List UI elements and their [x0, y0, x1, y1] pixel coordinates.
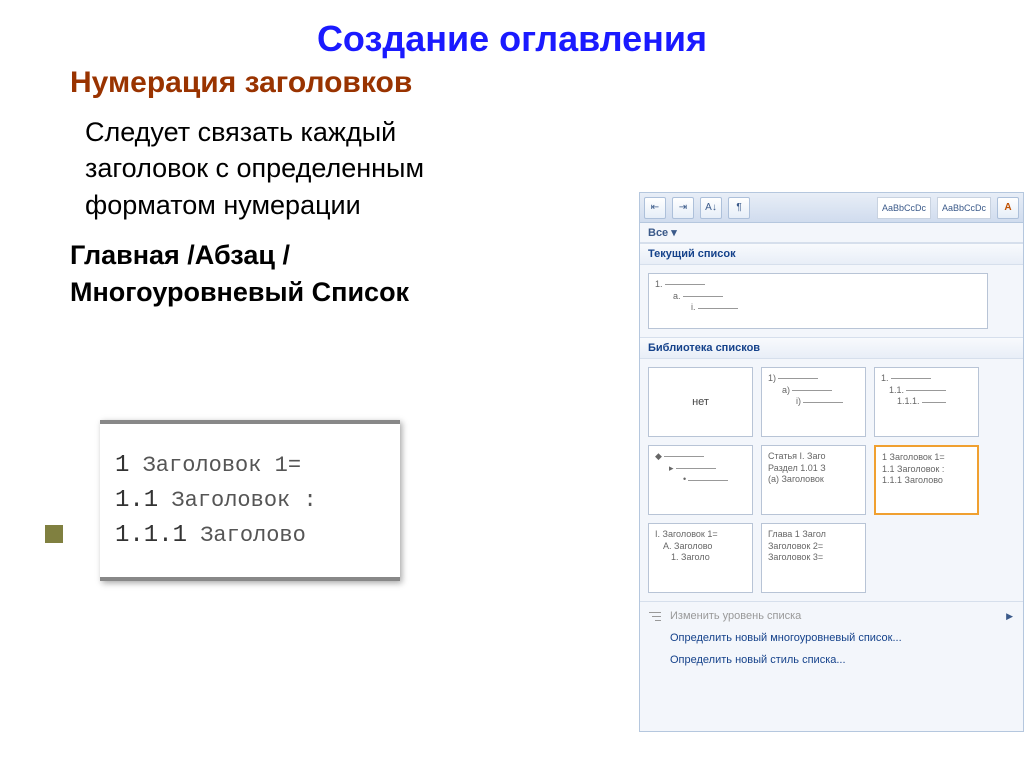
example-num-1: 1	[115, 452, 129, 479]
tile-line: 1.	[881, 373, 889, 383]
tile-line: Статья I. Заго	[768, 451, 859, 463]
tile-line: ▸	[669, 463, 674, 473]
dropdown-menu: Изменить уровень списка ▶ Определить нов…	[640, 601, 1023, 674]
tile-line: Глава 1 Загол	[768, 529, 859, 541]
multilevel-list-dropdown: ⇤ ⇥ A↓ ¶ AaBbCcDc AaBbCcDc A Все ▾ Текущ…	[639, 192, 1024, 732]
increase-indent-icon[interactable]: ⇥	[672, 197, 694, 219]
list-level-icon	[648, 610, 662, 624]
chevron-right-icon: ▶	[1006, 611, 1013, 622]
tile-line: A. Заголово	[655, 541, 746, 553]
define-list-style-menu[interactable]: Определить новый стиль списка...	[640, 649, 1023, 671]
tile-line: i)	[796, 396, 801, 406]
tile-line: •	[683, 474, 686, 484]
tile-line: 1.1 Заголовок :	[882, 464, 971, 476]
tile-line: Раздел 1.01 З	[768, 463, 859, 475]
tile-line: 1.1.1 Заголово	[882, 475, 971, 487]
tile-line: (a) Заголовок	[768, 474, 859, 486]
define-multilevel-menu[interactable]: Определить новый многоуровневый список..…	[640, 627, 1023, 649]
sort-icon[interactable]: A↓	[700, 197, 722, 219]
change-level-label: Изменить уровень списка	[670, 610, 801, 622]
tile-line: Заголовок 2=	[768, 541, 859, 553]
library-tile[interactable]: ◆ ▸ •	[648, 445, 753, 515]
list-library-header: Библиотека списков	[640, 337, 1023, 359]
body-paragraph: Следует связать каждый заголовок с опред…	[85, 114, 505, 223]
change-list-level-menu[interactable]: Изменить уровень списка ▶	[640, 605, 1023, 627]
tile-line: 1)	[768, 373, 776, 383]
example-line-2: 1.1 Заголовок :	[115, 487, 385, 514]
tile-line: I. Заголовок 1=	[655, 529, 746, 541]
example-line-1: 1 Заголовок 1=	[115, 452, 385, 479]
numbering-example: 1 Заголовок 1= 1.1 Заголовок : 1.1.1 Заг…	[100, 420, 400, 581]
library-tile[interactable]: I. Заголовок 1= A. Заголово 1. Заголо	[648, 523, 753, 593]
define-multilevel-label: Определить новый многоуровневый список..…	[670, 632, 902, 644]
tile-line: 1.1.	[889, 385, 904, 395]
all-dropdown[interactable]: Все ▾	[640, 223, 1023, 243]
library-tile[interactable]: Статья I. Заго Раздел 1.01 З (a) Заголов…	[761, 445, 866, 515]
example-num-2: 1.1	[115, 487, 158, 514]
section-heading: Нумерация заголовков	[70, 66, 1024, 100]
example-num-3: 1.1.1	[115, 522, 187, 549]
menu-path: Главная /Абзац / Многоуровневый Список	[70, 237, 520, 310]
tile-line: 1. Заголо	[655, 552, 746, 564]
style-preview-2[interactable]: AaBbCcDc	[937, 197, 991, 219]
show-formatting-icon[interactable]: ¶	[728, 197, 750, 219]
define-style-label: Определить новый стиль списка...	[670, 654, 846, 666]
example-text-3: Заголово	[200, 523, 306, 548]
tile-line: a.	[673, 291, 681, 301]
current-list-header: Текущий список	[640, 243, 1023, 265]
tile-line: i.	[691, 302, 696, 312]
style-preview-1[interactable]: AaBbCcDc	[877, 197, 931, 219]
library-tile-none[interactable]: нет	[648, 367, 753, 437]
library-tile[interactable]: 1) a) i)	[761, 367, 866, 437]
example-text-1: Заголовок 1=	[143, 453, 301, 478]
tile-line: 1 Заголовок 1=	[882, 452, 971, 464]
slide-title: Создание оглавления	[0, 0, 1024, 60]
current-list-tile[interactable]: 1. a. i.	[648, 273, 988, 329]
tile-line: 1.	[655, 279, 663, 289]
tile-line: ◆	[655, 451, 662, 461]
decorative-square	[45, 525, 63, 543]
style-more-icon[interactable]: A	[997, 197, 1019, 219]
library-tile[interactable]: 1. 1.1. 1.1.1.	[874, 367, 979, 437]
tile-line: a)	[782, 385, 790, 395]
library-tile-selected[interactable]: 1 Заголовок 1= 1.1 Заголовок : 1.1.1 Заг…	[874, 445, 979, 515]
example-text-2: Заголовок :	[171, 488, 316, 513]
paragraph-toolbar: ⇤ ⇥ A↓ ¶ AaBbCcDc AaBbCcDc A	[640, 193, 1023, 223]
library-grid: нет 1) a) i) 1. 1.1. 1.1.1. ◆ ▸ • Статья…	[640, 359, 1023, 601]
tile-line: Заголовок 3=	[768, 552, 859, 564]
current-list-row: 1. a. i.	[640, 265, 1023, 337]
example-line-3: 1.1.1 Заголово	[115, 522, 385, 549]
tile-line: 1.1.1.	[897, 396, 920, 406]
library-tile[interactable]: Глава 1 Загол Заголовок 2= Заголовок 3=	[761, 523, 866, 593]
decrease-indent-icon[interactable]: ⇤	[644, 197, 666, 219]
